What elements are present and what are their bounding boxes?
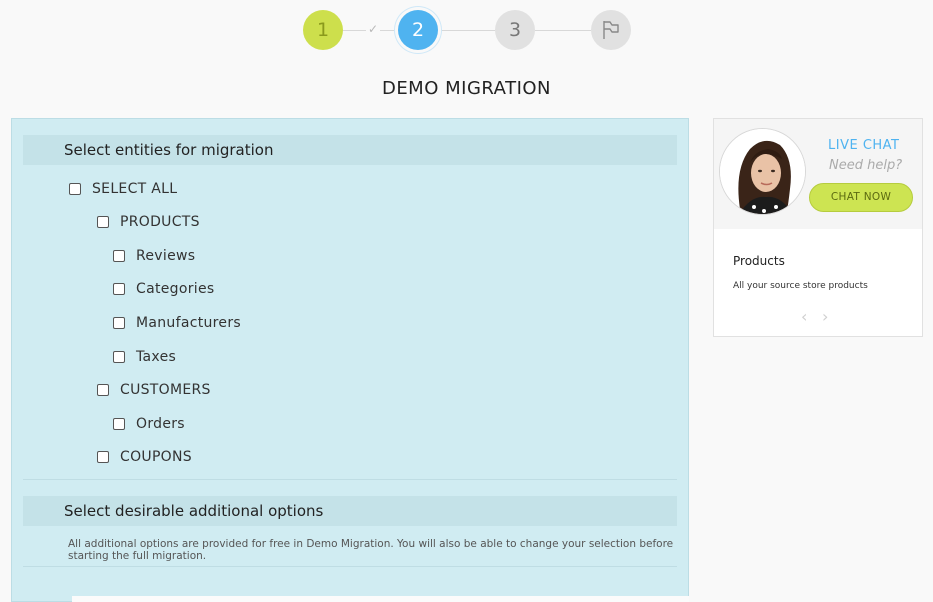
step-2: 2 [398, 10, 438, 50]
categories-option[interactable]: Categories [113, 281, 214, 297]
select-all-label: SELECT ALL [92, 181, 178, 197]
live-chat-widget: LIVE CHAT Need help? CHAT NOW Products A… [713, 118, 923, 337]
live-chat-title: LIVE CHAT [828, 138, 900, 153]
step-1: 1 [303, 10, 343, 50]
slider-description: All your source store products [733, 281, 868, 291]
next-section-edge [72, 596, 689, 602]
coupons-checkbox[interactable] [97, 451, 109, 463]
additional-options-note: All additional options are provided for … [68, 538, 674, 562]
check-icon: ✓ [366, 22, 380, 36]
manufacturers-label: Manufacturers [136, 315, 241, 331]
manufacturers-checkbox[interactable] [113, 317, 125, 329]
entities-panel: Select entities for migration SELECT ALL… [11, 118, 689, 602]
customers-label: CUSTOMERS [120, 382, 211, 398]
reviews-label: Reviews [136, 248, 196, 264]
chat-now-button[interactable]: CHAT NOW [809, 183, 913, 212]
entities-section-header: Select entities for migration [23, 135, 677, 165]
customers-option[interactable]: CUSTOMERS [97, 382, 211, 398]
taxes-label: Taxes [136, 349, 177, 365]
section-divider [23, 479, 677, 480]
chevron-right-icon[interactable]: › [822, 307, 828, 326]
products-option[interactable]: PRODUCTS [97, 214, 200, 230]
products-checkbox[interactable] [97, 216, 109, 228]
avatar [719, 128, 806, 215]
select-all-checkbox[interactable] [69, 183, 81, 195]
manufacturers-option[interactable]: Manufacturers [113, 315, 241, 331]
reviews-option[interactable]: Reviews [113, 248, 195, 264]
step-4 [591, 10, 631, 50]
step-connector [535, 30, 591, 31]
orders-checkbox[interactable] [113, 418, 125, 430]
flag-icon [603, 21, 619, 39]
migration-stepper: ✓ 1 2 3 [302, 8, 632, 52]
additional-options-header: Select desirable additional options [23, 496, 677, 526]
reviews-checkbox[interactable] [113, 250, 125, 262]
select-all-option[interactable]: SELECT ALL [69, 181, 177, 197]
taxes-option[interactable]: Taxes [113, 349, 176, 365]
taxes-checkbox[interactable] [113, 351, 125, 363]
support-agent-avatar [720, 129, 805, 214]
orders-label: Orders [136, 416, 185, 432]
products-label: PRODUCTS [120, 214, 200, 230]
slider-title: Products [733, 254, 785, 268]
page-title: DEMO MIGRATION [381, 78, 552, 99]
chevron-left-icon[interactable]: ‹ [801, 307, 807, 326]
coupons-option[interactable]: COUPONS [97, 449, 192, 465]
section-divider [23, 566, 677, 567]
categories-label: Categories [136, 281, 215, 297]
step-3: 3 [495, 10, 535, 50]
need-help-text: Need help? [829, 158, 903, 173]
coupons-label: COUPONS [120, 449, 192, 465]
step-connector [438, 30, 495, 31]
customers-checkbox[interactable] [97, 384, 109, 396]
categories-checkbox[interactable] [113, 283, 125, 295]
orders-option[interactable]: Orders [113, 416, 185, 432]
